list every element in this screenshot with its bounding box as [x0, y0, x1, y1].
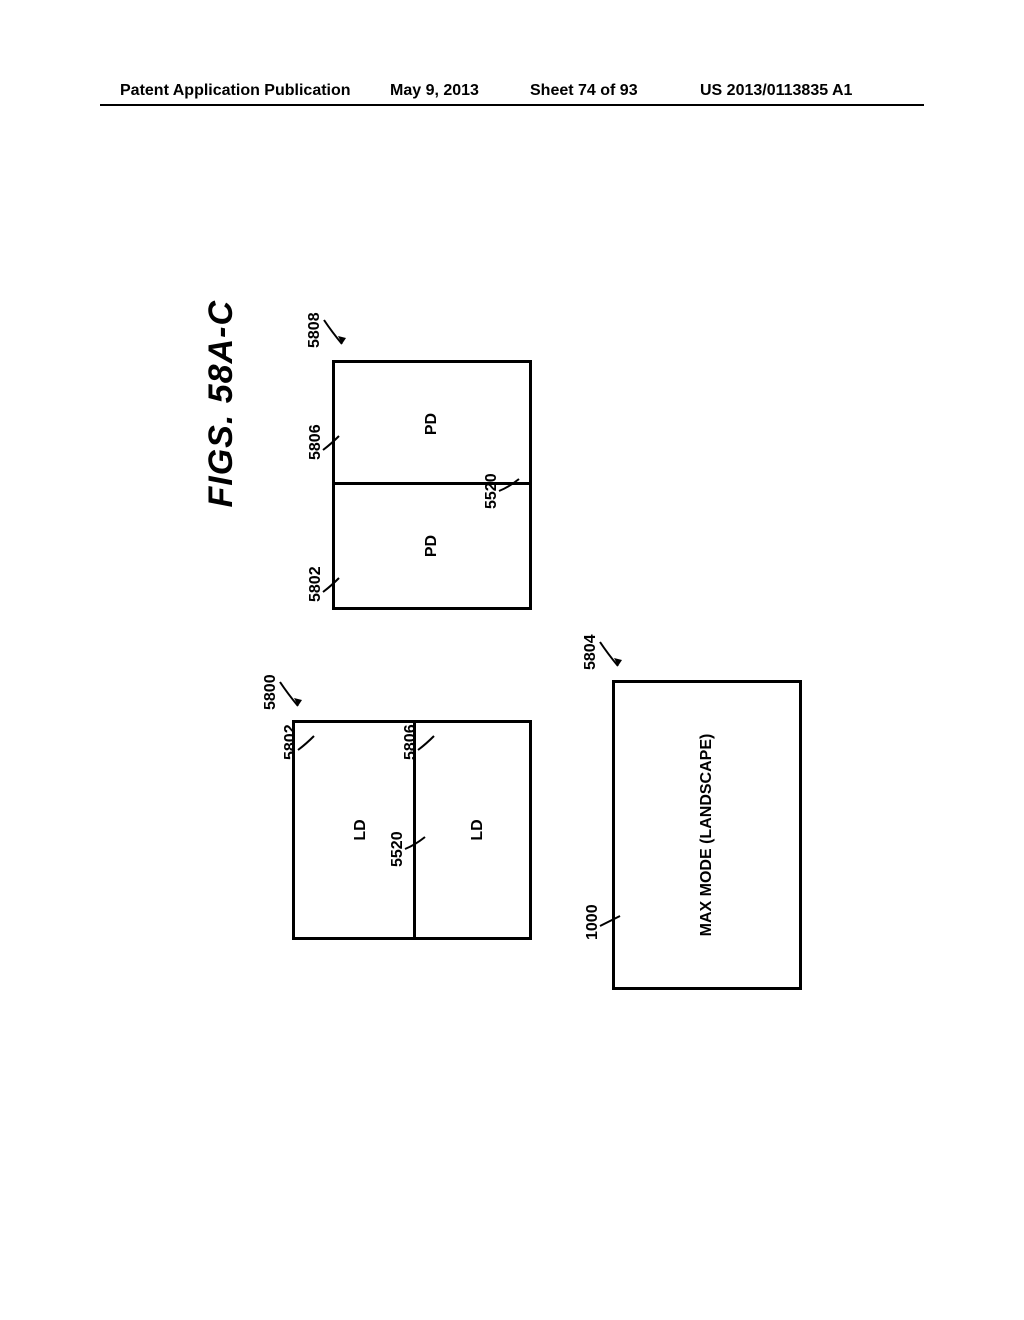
label-ld-bottom: LD: [469, 819, 487, 840]
callout-1000: 1000: [584, 904, 602, 940]
label-max-mode: MAX MODE (LANDSCAPE): [698, 734, 716, 937]
ref-5804: 5804: [582, 634, 599, 670]
label-ld-top: LD: [352, 819, 370, 840]
figure-group: FIGS. 58A-C LD LD 5520 5800 5802: [202, 280, 822, 1100]
sheet-no: Sheet 74 of 93: [530, 82, 638, 100]
label-pd-left: PD: [423, 535, 441, 557]
callout-5804: 5804: [582, 634, 600, 670]
callout-5802-a: 5802: [282, 724, 300, 760]
pub-number: US 2013/0113835 A1: [700, 82, 852, 100]
fig-58b-frame: MAX MODE (LANDSCAPE): [612, 680, 802, 990]
callout-5806-c: 5806: [307, 424, 325, 460]
pub-date: May 9, 2013: [390, 82, 479, 100]
callout-5520-c: 5520: [483, 473, 501, 509]
ref-5800: 5800: [262, 674, 279, 710]
pub-type: Patent Application Publication: [120, 82, 351, 100]
page: Patent Application Publication May 9, 20…: [0, 0, 1024, 1320]
ref-5808: 5808: [306, 312, 323, 348]
callout-5806-a: 5806: [402, 724, 420, 760]
callout-5808: 5808: [306, 312, 324, 348]
figure-title: FIGS. 58A-C: [202, 300, 241, 507]
header-rule: [100, 104, 924, 106]
label-pd-right: PD: [423, 413, 441, 435]
fig-58c-frame: PD PD 5520: [332, 360, 532, 610]
callout-5800: 5800: [262, 674, 280, 710]
callout-5802-c: 5802: [307, 566, 325, 602]
callout-5520-a: 5520: [389, 831, 407, 867]
